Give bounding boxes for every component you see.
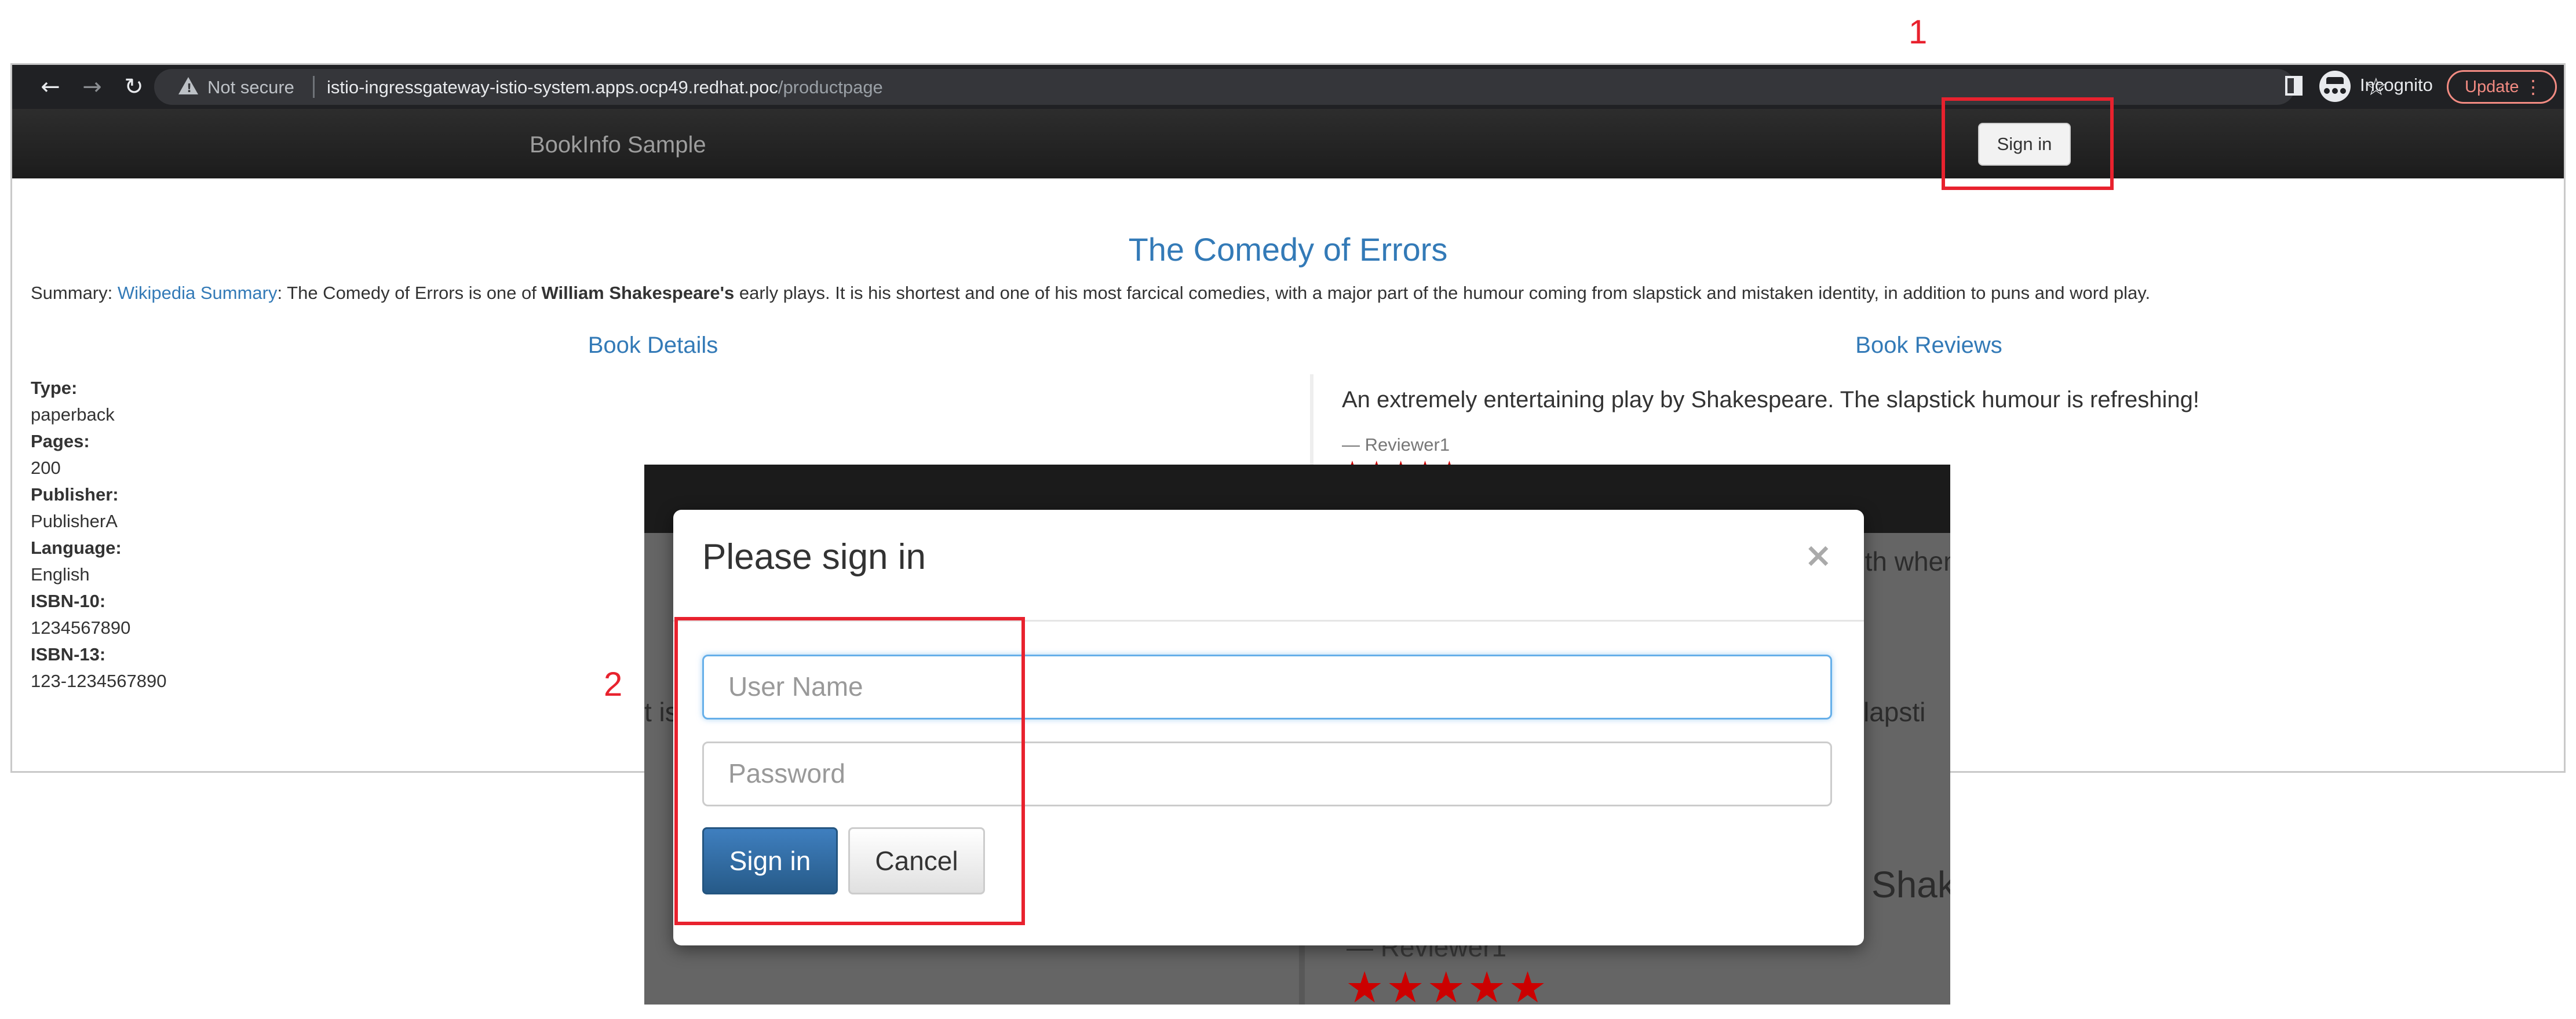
modal-title: Please sign in — [702, 537, 926, 577]
summary-prefix: Summary: — [31, 283, 118, 303]
update-label: Update — [2465, 78, 2519, 96]
security-label[interactable]: Not secure — [207, 77, 294, 98]
review-author: — Reviewer1 — [1342, 434, 1450, 455]
book-details-heading: Book Details — [588, 333, 718, 358]
isbn13-value: 123-1234567890 — [31, 671, 167, 691]
close-icon[interactable]: × — [1804, 535, 1833, 575]
warning-icon: ! — [178, 77, 198, 95]
obscured-rating-stars: ★★★★★ — [1345, 963, 1549, 1005]
annotation-label-1: 1 — [1909, 13, 1928, 51]
incognito-label: Incognito — [2360, 75, 2433, 95]
side-panel-icon[interactable] — [2285, 76, 2303, 96]
reload-icon[interactable]: ↻ — [118, 71, 150, 103]
book-details-list: Type: paperback Pages: 200 Publisher: Pu… — [31, 375, 166, 695]
review-text: An extremely entertaining play by Shakes… — [1342, 387, 2200, 412]
type-value: paperback — [31, 404, 115, 425]
forward-icon[interactable]: → — [76, 71, 108, 103]
isbn13-label: ISBN-13: — [31, 644, 106, 664]
annotation-label-2: 2 — [604, 666, 623, 703]
wikipedia-summary-link[interactable]: Wikipedia Summary — [118, 283, 278, 303]
incognito-icon — [2319, 71, 2351, 102]
isbn10-value: 1234567890 — [31, 618, 131, 638]
url-separator — [313, 76, 315, 98]
book-reviews-heading: Book Reviews — [1855, 333, 2002, 358]
obscured-text-shak: Shak — [1871, 864, 1950, 905]
language-label: Language: — [31, 538, 122, 558]
language-value: English — [31, 564, 90, 585]
summary-author: William Shakespeare's — [541, 283, 735, 303]
annotation-box-1 — [1942, 97, 2114, 190]
book-summary: Summary: Wikipedia Summary: The Comedy o… — [31, 283, 2150, 304]
publisher-value: PublisherA — [31, 511, 118, 531]
obscured-text-right: pth when compared to other plays by Shak… — [1850, 546, 1950, 576]
browser-toolbar: ← → ↻ ! Not secure istio-ingressgateway-… — [12, 65, 2564, 109]
annotation-box-2 — [674, 617, 1025, 925]
pages-label: Pages: — [31, 431, 90, 451]
type-label: Type: — [31, 378, 78, 398]
url-text[interactable]: istio-ingressgateway-istio-system.apps.o… — [327, 77, 883, 98]
summary-text-1: : The Comedy of Errors is one of — [277, 283, 542, 303]
isbn10-label: ISBN-10: — [31, 591, 106, 611]
page-navbar: BookInfo Sample Sign in — [12, 109, 2564, 178]
summary-text-2: early plays. It is his shortest and one … — [734, 283, 2151, 303]
url-host: istio-ingressgateway-istio-system.apps.o… — [327, 77, 778, 97]
book-title: The Comedy of Errors — [1128, 231, 1448, 268]
brand-link[interactable]: BookInfo Sample — [530, 132, 706, 158]
publisher-label: Publisher: — [31, 484, 119, 505]
update-button[interactable]: Update ⋮ — [2447, 70, 2557, 104]
pages-value: 200 — [31, 458, 61, 478]
more-menu-icon[interactable]: ⋮ — [2524, 72, 2542, 102]
url-path: /productpage — [778, 77, 883, 97]
back-icon[interactable]: ← — [34, 71, 67, 103]
